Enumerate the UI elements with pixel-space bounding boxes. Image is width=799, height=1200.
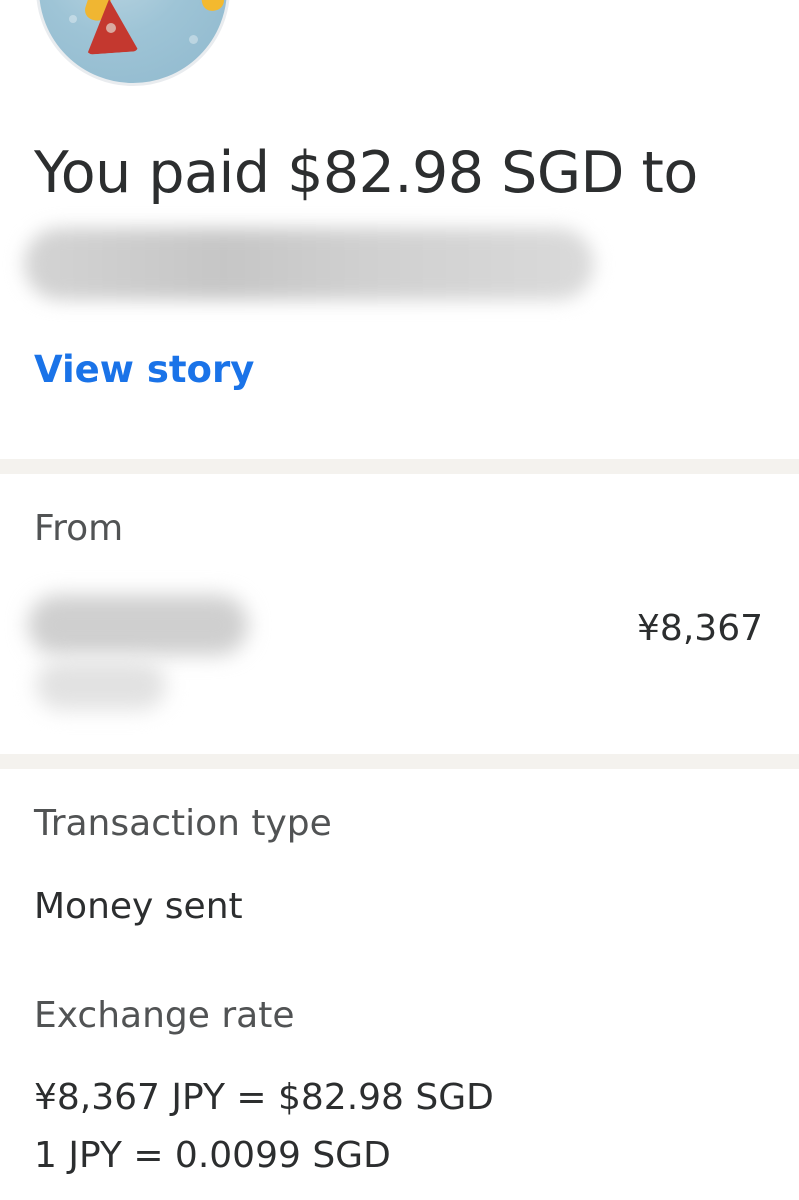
pasta-letter-a-hole [106, 23, 116, 33]
transaction-type-label: Transaction type [34, 803, 332, 844]
pasta-letter-shape [194, 0, 226, 13]
exchange-rate-line-1: ¥8,367 JPY = $82.98 SGD [34, 1077, 494, 1118]
exchange-rate-label: Exchange rate [34, 995, 295, 1036]
view-story-link[interactable]: View story [34, 348, 254, 391]
exchange-rate-line-2: 1 JPY = 0.0099 SGD [34, 1135, 391, 1176]
transaction-type-value: Money sent [34, 886, 243, 927]
from-label: From [34, 508, 124, 549]
payment-title: You paid $82.98 SGD to [34, 140, 698, 206]
avatar-texture [69, 15, 77, 23]
avatar [36, 0, 230, 86]
recipient-name-redacted [24, 228, 594, 300]
section-divider [0, 459, 799, 474]
avatar-texture [189, 35, 198, 44]
from-amount: ¥8,367 [637, 608, 763, 649]
section-divider [0, 754, 799, 769]
funding-source-redacted [28, 595, 248, 655]
funding-source-detail-redacted [36, 660, 166, 710]
